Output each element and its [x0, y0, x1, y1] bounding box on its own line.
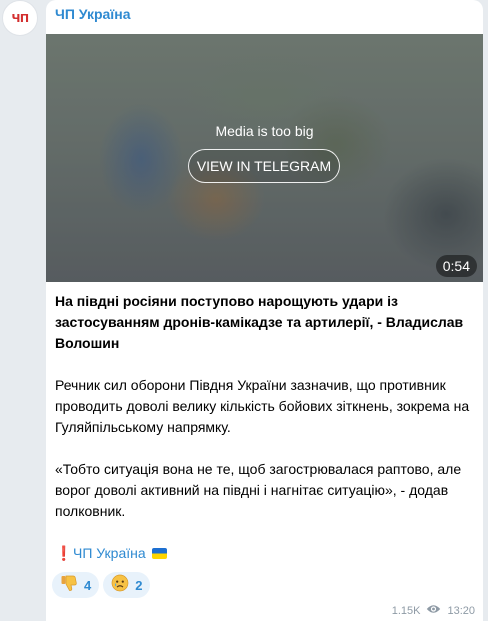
- channel-avatar[interactable]: ЧП: [2, 0, 38, 36]
- video-duration-badge: 0:54: [435, 255, 477, 277]
- post-paragraph-1: Речник сил оборони Півдня України зазнач…: [55, 377, 470, 435]
- reaction-thumbs-down[interactable]: 4: [52, 572, 100, 598]
- reactions-bar: 4 2: [52, 572, 151, 598]
- avatar-text: ЧП: [11, 11, 29, 25]
- post-paragraph-2: «Тобто ситуація вона не те, щоб загострю…: [55, 461, 462, 519]
- message-bubble: ЧП Україна Media is too big VIEW IN TELE…: [46, 0, 483, 621]
- ukraine-flag-icon: [151, 548, 167, 559]
- media-too-big-message: Media is too big: [215, 123, 314, 139]
- reaction-count: 2: [135, 577, 143, 593]
- message-meta: 1.15K 13:20: [392, 604, 475, 617]
- message-text: На півдні росіяни поступово нарощують уд…: [55, 291, 479, 564]
- views-count: 1.15K: [391, 604, 421, 617]
- reaction-sad-face[interactable]: 2: [103, 572, 151, 598]
- post-time: 13:20: [447, 604, 475, 617]
- post-headline: На півдні росіяни поступово нарощують уд…: [55, 293, 464, 351]
- signature-channel-link[interactable]: ЧП Україна: [73, 543, 146, 564]
- view-in-telegram-button[interactable]: VIEW IN TELEGRAM: [188, 149, 340, 183]
- exclamation-icon: ❗: [55, 545, 73, 561]
- post-signature: ❗ ЧП Україна: [55, 543, 479, 564]
- channel-name-link[interactable]: ЧП Україна: [55, 6, 131, 22]
- thumbs-down-icon: [60, 574, 78, 597]
- sad-face-icon: [111, 574, 129, 597]
- video-preview[interactable]: Media is too big VIEW IN TELEGRAM 0:54: [46, 34, 483, 282]
- reaction-count: 4: [84, 577, 92, 593]
- eye-icon: [426, 604, 441, 617]
